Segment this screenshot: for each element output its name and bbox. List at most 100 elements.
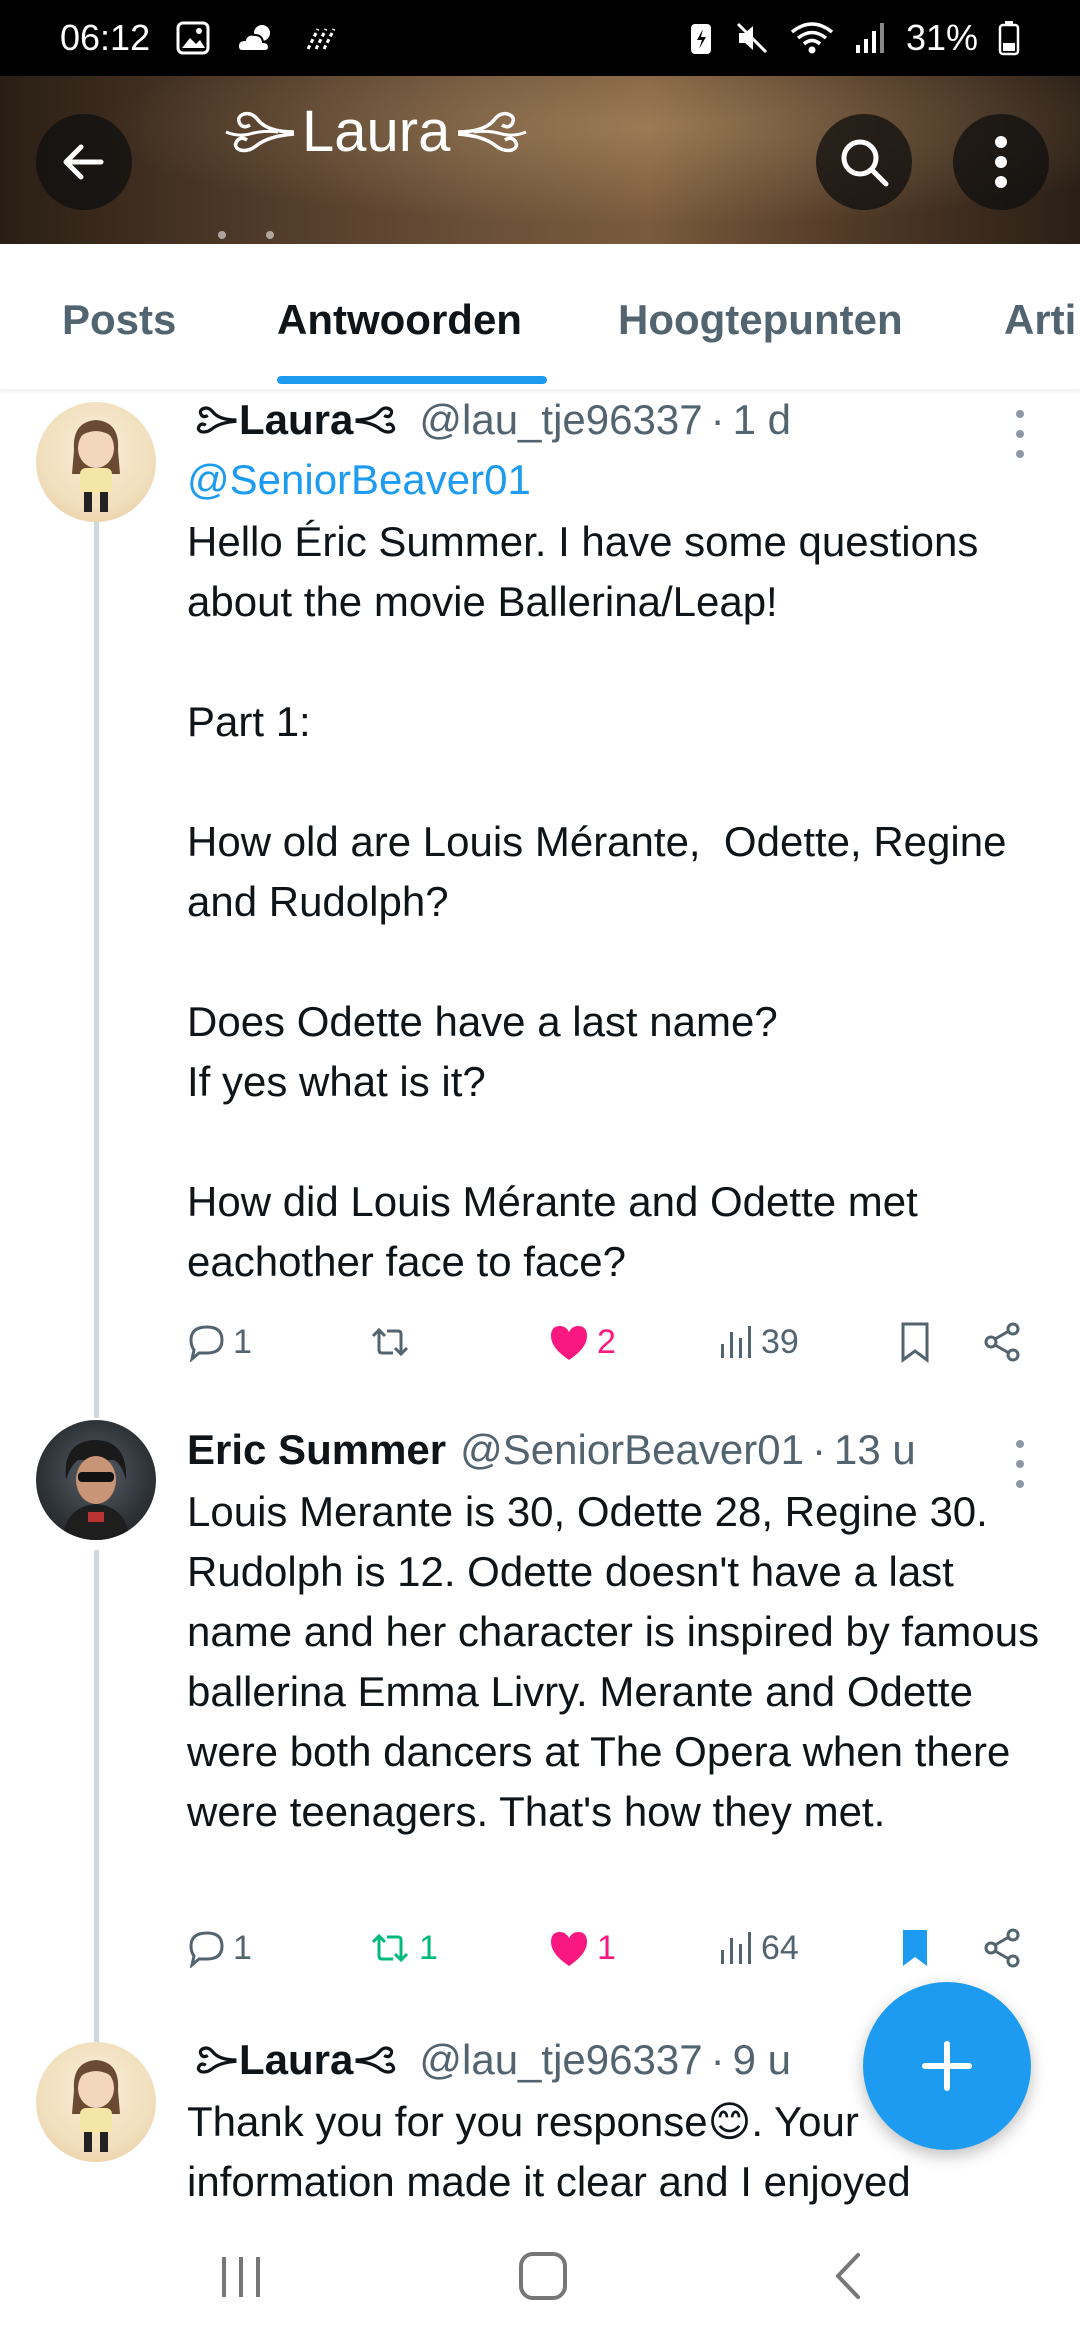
reply-button[interactable]: 1 [187, 1920, 252, 1976]
bookmark-filled-icon [903, 1930, 927, 1966]
status-time: 06:12 [60, 17, 151, 58]
back-nav-button[interactable] [818, 2246, 878, 2306]
tweet-header: Laura @lau_tje96337 · 1 d [187, 396, 791, 444]
tweet-actions: 1 2 39 [187, 1314, 1057, 1370]
author-handle[interactable]: @lau_tje96337 [419, 2036, 702, 2084]
more-options-button[interactable] [953, 114, 1049, 210]
battery-saver-icon [688, 20, 714, 56]
tweet-actions: 1 1 1 64 [187, 1920, 1057, 1976]
reply-button[interactable]: 1 [187, 1314, 252, 1370]
author-name[interactable]: Laura [187, 396, 405, 444]
separator-dot: · [710, 2036, 725, 2083]
header-title-text: Laura [302, 99, 451, 164]
share-button[interactable] [981, 1314, 1023, 1370]
reply-icon [189, 1931, 224, 1968]
home-button[interactable] [513, 2246, 573, 2306]
profile-tabs: Posts Antwoorden Hoogtepunten Arti [0, 244, 1080, 390]
replies-feed[interactable]: Laura @lau_tje96337 · 1 d @SeniorBeaver0… [0, 390, 1080, 2212]
views-chart-icon [721, 1326, 751, 1358]
more-vertical-icon [995, 136, 1007, 188]
avatar[interactable] [36, 2042, 156, 2162]
like-button[interactable]: 2 [547, 1314, 616, 1370]
author-name[interactable]: Eric Summer [187, 1426, 446, 1474]
view-count: 64 [761, 1928, 799, 1967]
author-name-text: Laura [239, 2036, 354, 2083]
active-tab-indicator [277, 376, 547, 384]
swirl-right-icon [458, 111, 527, 152]
wifi-icon [790, 20, 834, 56]
search-icon [841, 139, 889, 187]
search-button[interactable] [816, 114, 912, 210]
swirl-right-icon [355, 2046, 396, 2074]
bookmark-button[interactable] [899, 1920, 931, 1976]
weather-icon [236, 21, 278, 55]
battery-percent: 31% [905, 17, 978, 58]
tweet[interactable]: Laura @lau_tje96337 · 1 d @SeniorBeaver0… [0, 390, 1080, 1400]
profile-name-header: Laura [218, 98, 534, 165]
tab-antwoorden[interactable]: Antwoorden [277, 296, 522, 344]
tab-posts[interactable]: Posts [62, 296, 176, 344]
reply-icon [189, 1325, 224, 1362]
avatar[interactable] [36, 402, 156, 522]
like-button[interactable]: 1 [547, 1920, 616, 1976]
tab-artikelen[interactable]: Arti [1004, 296, 1076, 344]
plus-icon [922, 2041, 972, 2091]
share-icon [984, 1928, 1020, 1968]
tweet-more-button[interactable] [1008, 1440, 1032, 1488]
retweet-count: 1 [419, 1928, 438, 1967]
tweet-time[interactable]: 9 u [733, 2036, 791, 2084]
share-button[interactable] [981, 1920, 1023, 1976]
header-subtitle [218, 226, 358, 239]
reply-mention[interactable]: @SeniorBeaver01 [187, 456, 531, 504]
nfc-icon [304, 21, 338, 55]
author-handle[interactable]: @lau_tje96337 [419, 396, 702, 444]
reply-count: 1 [233, 1322, 252, 1361]
recent-apps-icon [222, 2257, 260, 2297]
swirl-left-icon [196, 2046, 237, 2074]
swirl-left-icon [225, 111, 295, 152]
swirl-right-icon [355, 406, 396, 434]
author-name[interactable]: Laura [187, 2036, 405, 2084]
swirl-left-icon [196, 406, 237, 434]
views-button[interactable]: 64 [719, 1920, 799, 1976]
heart-filled-icon [551, 1326, 587, 1360]
like-count: 1 [597, 1928, 616, 1967]
arrow-left-icon [63, 144, 104, 180]
author-name-text: Laura [239, 396, 354, 443]
avatar[interactable] [36, 1420, 156, 1540]
views-button[interactable]: 39 [719, 1314, 799, 1370]
heart-filled-icon [551, 1932, 587, 1966]
tweet-text: Louis Merante is 30, Odette 28, Regine 3… [187, 1488, 1051, 1835]
share-icon [984, 1322, 1020, 1362]
system-nav-bar [0, 2212, 1080, 2340]
retweet-icon [371, 1327, 409, 1357]
separator-dot: · [710, 396, 725, 443]
battery-icon [998, 20, 1020, 56]
separator-dot: · [811, 1426, 826, 1473]
profile-header: Laura [0, 76, 1080, 244]
tweet-more-button[interactable] [1008, 410, 1032, 458]
home-icon [519, 2252, 567, 2300]
author-handle[interactable]: @SeniorBeaver01 [460, 1426, 804, 1474]
recent-apps-button[interactable] [211, 2246, 271, 2306]
tweet-time[interactable]: 13 u [834, 1426, 916, 1474]
bookmark-button[interactable] [899, 1314, 931, 1370]
retweet-button[interactable] [367, 1314, 419, 1370]
back-icon [836, 2253, 860, 2299]
signal-icon [854, 21, 886, 55]
like-count: 2 [597, 1322, 616, 1361]
gallery-icon [176, 21, 210, 55]
back-button[interactable] [36, 114, 132, 210]
retweet-button[interactable]: 1 [367, 1920, 438, 1976]
tab-hoogtepunten[interactable]: Hoogtepunten [618, 296, 903, 344]
mute-icon [734, 20, 770, 56]
reply-count: 1 [233, 1928, 252, 1967]
compose-button[interactable] [863, 1982, 1031, 2150]
tweet-header: Laura @lau_tje96337 · 9 u [187, 2036, 791, 2084]
tweet[interactable]: Eric Summer @SeniorBeaver01 · 13 u Louis… [0, 1420, 1080, 1980]
views-chart-icon [721, 1932, 751, 1964]
bookmark-icon [901, 1322, 929, 1363]
tweet-time[interactable]: 1 d [733, 396, 791, 444]
retweet-active-icon [371, 1933, 409, 1963]
tweet-header: Eric Summer @SeniorBeaver01 · 13 u [187, 1426, 916, 1474]
